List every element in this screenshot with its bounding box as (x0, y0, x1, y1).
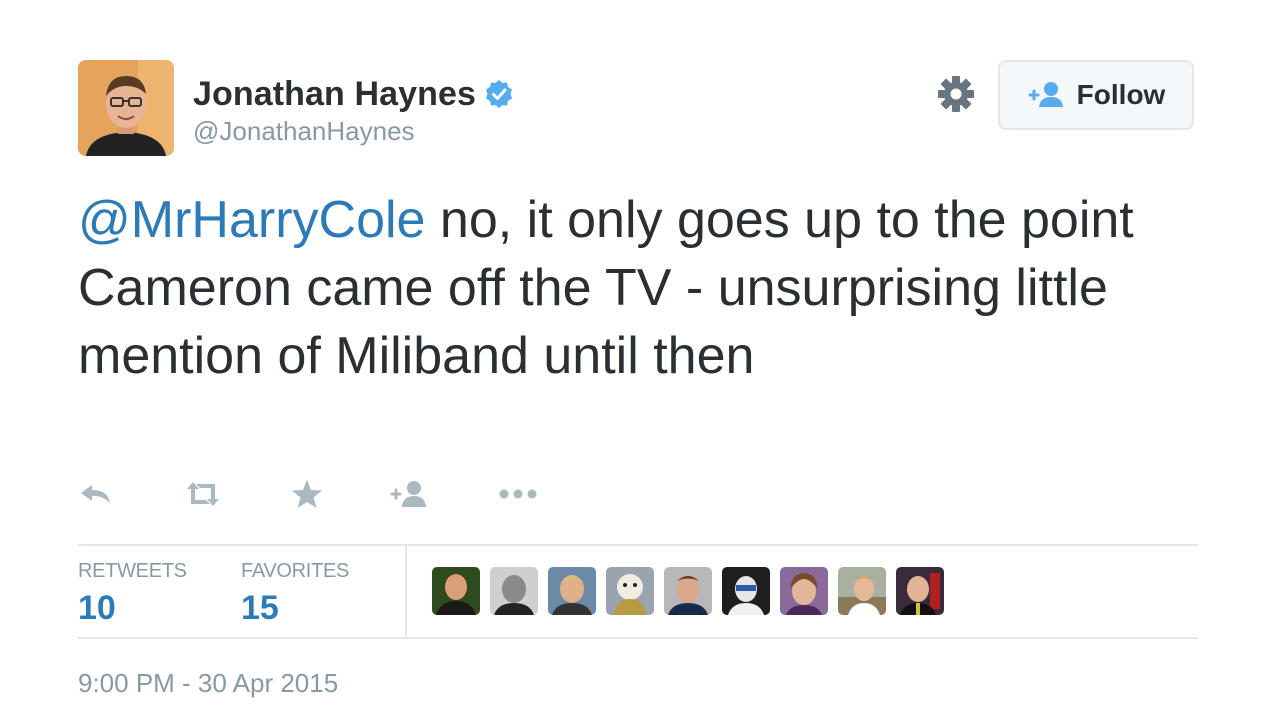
stats-top-divider (78, 544, 1198, 546)
favorites-count: 15 (241, 589, 279, 627)
more-button[interactable] (498, 476, 538, 516)
author-screen-name[interactable]: @JonathanHaynes (193, 116, 415, 147)
more-icon (498, 479, 538, 514)
author-name[interactable]: Jonathan Haynes (193, 75, 476, 114)
favoriter-avatars (432, 567, 954, 617)
favorites-stat[interactable]: FAVORITES 15 (241, 560, 349, 628)
retweet-icon (182, 479, 224, 514)
author-name-row[interactable]: Jonathan Haynes (193, 74, 514, 114)
stats-bottom-divider (78, 637, 1198, 639)
favoriter-avatar[interactable] (722, 567, 770, 615)
retweets-label: RETWEETS (78, 560, 187, 582)
retweets-count: 10 (78, 589, 116, 627)
favoriter-avatar[interactable] (490, 567, 538, 615)
mention-link[interactable]: @MrHarryCole (78, 191, 425, 249)
favoriter-avatar[interactable] (664, 567, 712, 615)
reply-button[interactable] (78, 476, 114, 516)
retweets-stat[interactable]: RETWEETS 10 (78, 560, 187, 628)
author-avatar[interactable] (78, 60, 174, 156)
retweet-button[interactable] (182, 476, 224, 516)
favoriter-avatar[interactable] (432, 567, 480, 615)
favoriter-avatar[interactable] (606, 567, 654, 615)
gear-icon[interactable] (936, 74, 976, 114)
reply-icon (78, 479, 114, 514)
follow-button-label: Follow (1076, 79, 1166, 110)
favoriter-avatar[interactable] (896, 567, 944, 615)
tweet-timestamp[interactable]: 9:00 PM - 30 Apr 2015 (78, 668, 338, 699)
follow-button[interactable]: Follow (998, 60, 1194, 130)
favoriter-avatar[interactable] (548, 567, 596, 615)
favoriter-avatar[interactable] (780, 567, 828, 615)
tweet-text: @MrHarryCole no, it only goes up to the … (78, 186, 1188, 390)
favoriter-avatar[interactable] (838, 567, 886, 615)
favorite-button[interactable] (291, 476, 323, 516)
add-user-icon (1027, 80, 1067, 110)
verified-badge-icon (484, 79, 514, 109)
stats-vertical-divider (405, 546, 407, 638)
follow-action-button[interactable] (390, 476, 430, 516)
favorites-label: FAVORITES (241, 560, 350, 582)
star-icon (291, 479, 323, 514)
add-user-icon (390, 479, 430, 514)
